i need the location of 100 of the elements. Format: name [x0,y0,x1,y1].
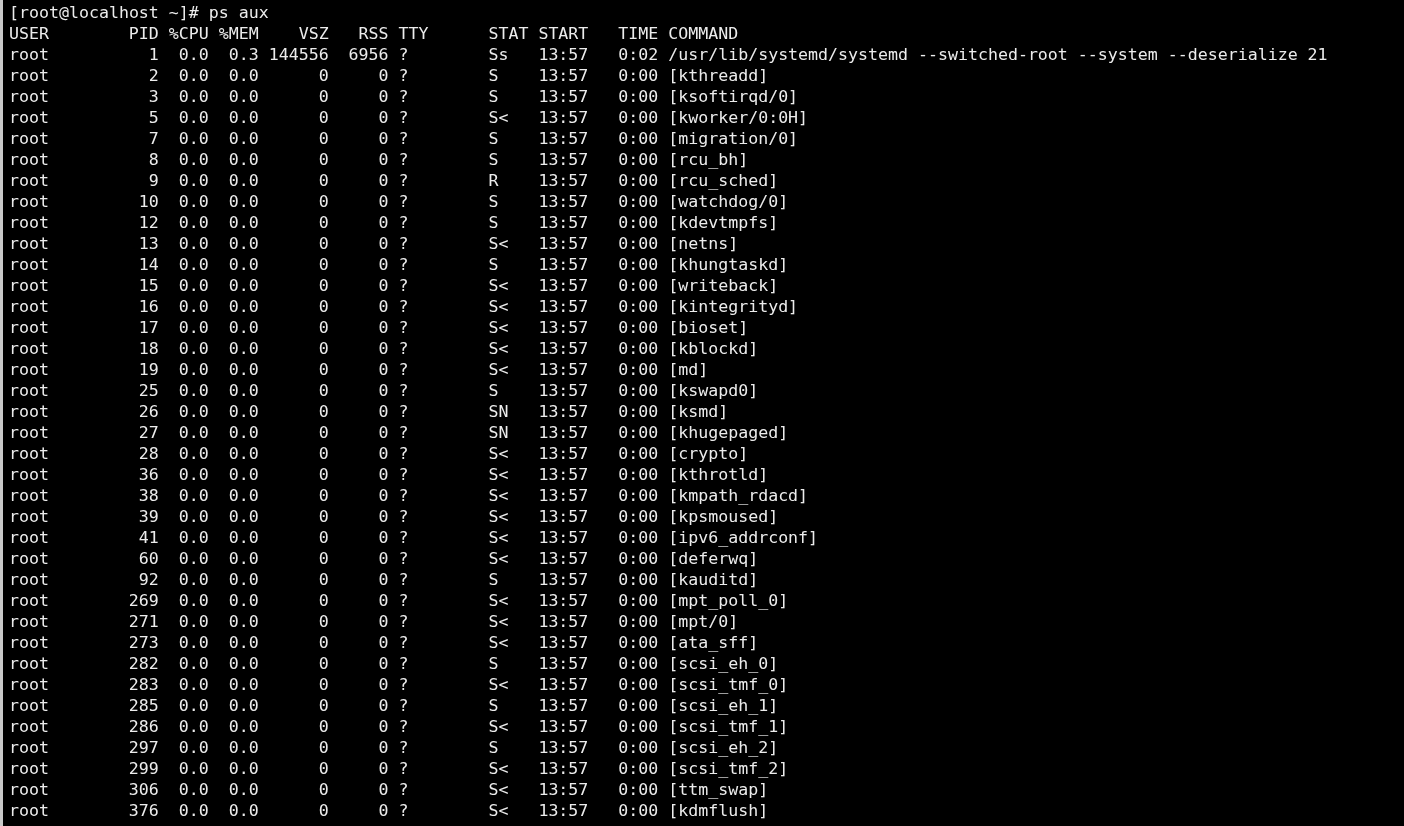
table-cell: 13:57 [538,611,589,632]
table-cell-text: 0 [377,86,389,107]
table-cell: [kauditd] [668,569,759,590]
table-cell: 13:57 [538,653,589,674]
table-cell: [ttm_swap] [668,779,769,800]
table-cell-text: 0.0 [227,485,259,506]
table-cell: [kworker/0:0H] [668,107,809,128]
table-cell: 13:57 [538,464,589,485]
table-cell-text: 0:00 [617,758,659,779]
table-cell-text: 0 [377,107,389,128]
table-cell-text: root [9,128,50,149]
table-cell-text: 0 [377,401,389,422]
table-cell-text: 9 [147,170,159,191]
table-cell-text: 0 [317,548,329,569]
table-cell-text: ? [398,254,410,275]
table-cell-text: 0 [377,128,389,149]
table-cell-text: 0 [377,275,389,296]
table-cell-text: 0.0 [227,254,259,275]
table-cell-text: 0.0 [227,443,259,464]
table-cell-text: 0 [317,107,329,128]
table-cell-text: 0:00 [617,317,659,338]
table-cell-text: 0:00 [617,716,659,737]
table-cell: 13:57 [538,296,589,317]
table-cell: 13:57 [538,527,589,548]
table-cell-text: 10 [137,191,159,212]
table-cell-text: 0:00 [617,401,659,422]
table-cell: [kdevtmpfs] [668,212,779,233]
table-cell: 13:57 [538,632,589,653]
table-cell-text: 0:00 [617,107,659,128]
table-cell-text: ? [398,779,410,800]
table-cell-text: ? [398,149,410,170]
table-cell-text: 27 [137,422,159,443]
table-cell-text: 0.0 [227,464,259,485]
table-cell-text: 0.0 [177,107,209,128]
table-cell: 13:57 [538,212,589,233]
table-cell-text: 0.0 [177,422,209,443]
table-cell-text: 16 [137,296,159,317]
table-cell-text: ? [398,590,410,611]
table-cell: [scsi_eh_2] [668,737,779,758]
table-cell-text: 0.0 [177,359,209,380]
table-cell-text: root [9,317,50,338]
table-cell-text: 0 [377,758,389,779]
table-cell: [ksmd] [668,401,729,422]
table-cell-text: S [488,569,500,590]
table-cell: [kblockd] [668,338,759,359]
table-cell: 13:57 [538,443,589,464]
table-cell-text: ? [398,716,410,737]
column-header: %MEM [218,23,259,44]
table-cell-text: 0 [317,695,329,716]
table-cell-text: 13 [137,233,159,254]
table-cell-text: 0 [317,338,329,359]
table-cell-text: S< [488,527,510,548]
table-cell-text: 0.0 [227,548,259,569]
table-cell-text: ? [398,653,410,674]
table-cell-text: 0 [377,632,389,653]
table-cell: 13:57 [538,695,589,716]
table-cell: 13:57 [538,359,589,380]
table-cell-text: 0.0 [177,443,209,464]
table-cell-text: ? [398,65,410,86]
table-cell-text: 0:00 [617,422,659,443]
table-cell-text: 17 [137,317,159,338]
table-cell-text: 0.0 [177,653,209,674]
table-cell-text: 0.0 [227,569,259,590]
table-cell: [rcu_bh] [668,149,749,170]
table-cell-text: 0:00 [617,380,659,401]
table-cell-text: 0 [317,611,329,632]
table-cell-text: root [9,506,50,527]
table-cell-text: 0.0 [177,569,209,590]
table-cell-text: 0.0 [227,716,259,737]
table-cell-text: 0 [317,275,329,296]
table-cell-text: 0 [377,590,389,611]
table-cell: 13:57 [538,191,589,212]
table-cell-text: 0 [377,443,389,464]
table-cell-text: 0 [317,632,329,653]
table-cell-text: 0 [317,128,329,149]
table-cell-text: ? [398,758,410,779]
table-cell-text: 282 [127,653,159,674]
table-cell-text: 0 [317,674,329,695]
table-cell-text: 0 [377,65,389,86]
table-cell-text: 0 [377,191,389,212]
table-cell-text: 2 [147,65,159,86]
table-cell-text: 0.0 [227,233,259,254]
table-cell-text: 0.0 [177,86,209,107]
table-cell-text: 283 [127,674,159,695]
table-cell-text: S [488,212,500,233]
table-cell-text: root [9,212,50,233]
table-cell-text: S< [488,632,510,653]
table-cell-text: root [9,359,50,380]
table-cell-text: ? [398,233,410,254]
table-cell-text: S< [488,233,510,254]
table-cell-text: ? [398,632,410,653]
table-cell-text: S< [488,506,510,527]
table-cell-text: root [9,254,50,275]
table-cell-text: 0 [317,233,329,254]
table-cell: 13:57 [538,737,589,758]
column-header: START [538,23,589,44]
table-cell-text: 0.0 [227,695,259,716]
table-cell-text: S< [488,674,510,695]
table-cell-text: 0 [377,527,389,548]
table-cell-text: 0.0 [177,464,209,485]
